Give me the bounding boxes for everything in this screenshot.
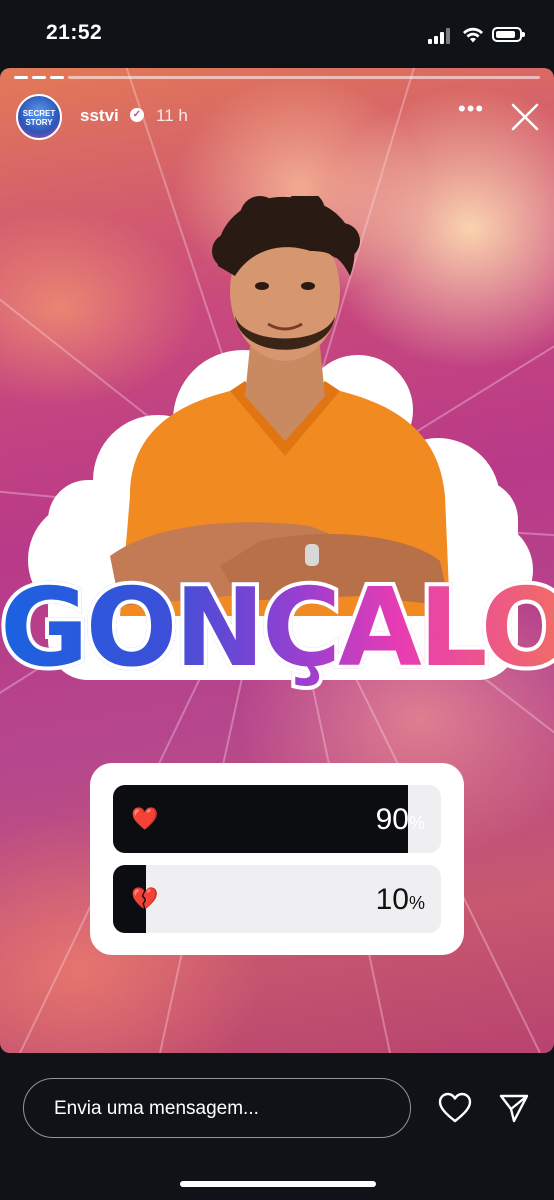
- poll-option-1[interactable]: ❤️ 90%: [113, 785, 441, 853]
- avatar[interactable]: SECRET STORY: [16, 94, 62, 140]
- red-heart-icon: ❤️: [131, 806, 159, 831]
- close-icon[interactable]: [510, 102, 540, 132]
- more-icon[interactable]: •••: [458, 98, 484, 124]
- poll-sticker: ❤️ 90% 💔 10%: [90, 763, 464, 955]
- story-progress: [14, 76, 540, 79]
- story-title-fill: GONÇALO: [0, 566, 554, 691]
- broken-heart-icon: 💔: [131, 886, 159, 911]
- status-time: 21:52: [46, 21, 103, 44]
- post-time: 11 h: [156, 106, 188, 125]
- username[interactable]: sstvi: [80, 106, 119, 126]
- story-view[interactable]: SECRET STORY sstvi ✓ 11 h ••• GONÇALO ❤️…: [0, 68, 554, 1053]
- status-bar: 21:52: [0, 0, 554, 68]
- heart-icon[interactable]: [438, 1092, 472, 1124]
- battery-icon: [492, 27, 525, 42]
- home-indicator[interactable]: [180, 1181, 376, 1187]
- verified-icon: ✓: [130, 108, 144, 122]
- message-input[interactable]: Envia uma mensagem...: [23, 1078, 411, 1138]
- poll-option-2-percent: 10%: [375, 883, 425, 916]
- signal-icon: [428, 28, 454, 44]
- poll-option-2[interactable]: 💔 10%: [113, 865, 441, 933]
- send-icon[interactable]: [498, 1092, 530, 1124]
- wifi-icon: [463, 27, 483, 43]
- poll-option-1-percent: 90%: [375, 803, 425, 836]
- message-placeholder: Envia uma mensagem...: [54, 1098, 259, 1119]
- avatar-logo-text: SECRET STORY: [22, 109, 56, 127]
